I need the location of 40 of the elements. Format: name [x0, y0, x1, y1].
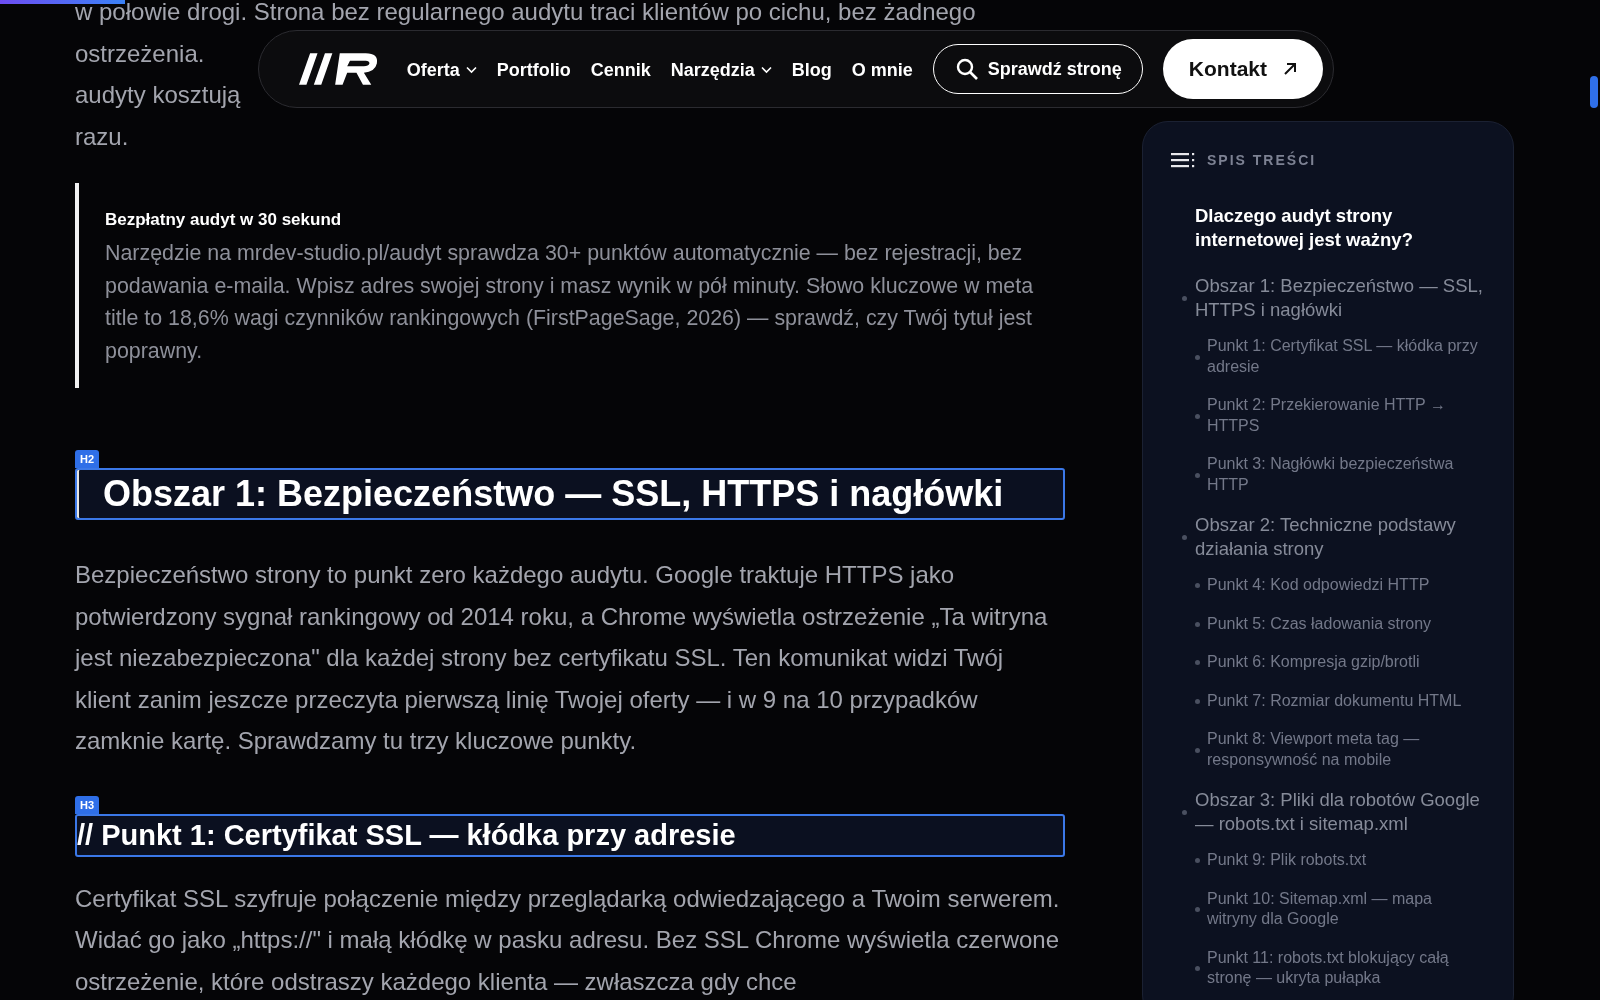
toc-link[interactable]: Punkt 5: Czas ładowania strony: [1171, 613, 1483, 634]
toc-link[interactable]: Dlaczego audyt strony internetowej jest ważny?: [1171, 204, 1483, 252]
nav-link[interactable]: Portfolio: [496, 61, 571, 79]
text-line: w połowie drogi. Strona bez regularnego audytu traci klientów po cichu, bez żadnego: [75, 0, 976, 25]
nav-link[interactable]: Narzędzia: [670, 61, 772, 79]
toc-title: SPIS TREŚCI: [1207, 152, 1317, 168]
toc-link[interactable]: Punkt 1: Certyfikat SSL — kłódka przy adresie: [1171, 336, 1483, 377]
toc-link[interactable]: Punkt 6: Kompresja gzip/brotli: [1171, 652, 1483, 673]
scrollbar-thumb[interactable]: [1590, 76, 1598, 108]
text-line: razu.: [75, 122, 129, 150]
callout-title: Bezpłatny audyt w 30 sekund: [105, 209, 343, 231]
toc-link[interactable]: Punkt 8: Viewport meta tag — responsywność na mobile: [1171, 729, 1483, 770]
toc-link[interactable]: Punkt 10: Sitemap.xml — mapa witryny dla Google: [1171, 888, 1483, 930]
list-icon: [1171, 152, 1195, 168]
section-heading: // Punkt 1: Certyfikat SSL — kłódka przy adresie: [75, 813, 1065, 857]
toc-link[interactable]: Punkt 3: Nagłówki bezpieczeństwa HTTP: [1171, 454, 1483, 495]
toc-link[interactable]: Punkt 2: Przekierowanie HTTP → HTTPS: [1171, 395, 1483, 436]
search-icon: [955, 58, 978, 80]
nav-link[interactable]: Cennik: [590, 61, 651, 79]
nav-link[interactable]: Oferta: [406, 61, 477, 79]
toc-link[interactable]: Punkt 9: Plik robots.txt: [1171, 850, 1483, 871]
heading-level-badge: H2: [75, 450, 100, 468]
text-line: ostrzeżenia.: [75, 39, 205, 67]
section-heading: Obszar 1: Bezpieczeństwo — SSL, HTTPS i nagłówki: [75, 468, 1065, 520]
nav-link[interactable]: Blog: [791, 61, 832, 79]
toc-link[interactable]: Punkt 7: Rozmiar dokumentu HTML: [1171, 690, 1483, 711]
callout-text: Narzędzie na mrdev-studio.pl/audyt sprawdza 30+ punktów automatycznie — bez rejestracji, bez podawania e-maila. Wpisz adres swojej strony i masz wynik w pół minuty. Słowo kluczowe w meta title to 18,6% wagi czynników rankingowych (FirstPageSage, 2026) — sprawdź, czy Twój tytuł jest poprawny.: [105, 240, 1035, 365]
heading-level-badge: H3: [75, 795, 100, 814]
arrow-up-right-icon: [1283, 62, 1297, 76]
toc-link[interactable]: Punkt 4: Kod odpowiedzi HTTP: [1171, 575, 1483, 596]
toc-link[interactable]: Obszar 1: Bezpieczeństwo — SSL, HTTPS i nagłówki: [1171, 274, 1483, 321]
text-line: audyty kosztują: [75, 81, 241, 108]
logo-icon[interactable]: [299, 52, 379, 86]
contact-button[interactable]: Kontakt: [1162, 39, 1323, 99]
nav-link[interactable]: O mnie: [851, 61, 913, 79]
toc-link[interactable]: Obszar 3: Pliki dla robotów Google — robots.txt i sitemap.xml: [1171, 788, 1483, 835]
toc-link[interactable]: Punkt 11: robots.txt blokujący całą stronę — ukryta pułapka: [1171, 947, 1483, 989]
paragraph: Bezpieczeństwo strony to punkt zero każdego audytu. Google traktuje HTTPS jako potwierdzony sygnał rankingowy od 2014 roku, a Chrome wyświetla ostrzeżenie „Ta witryna jest niezabezpieczona" dla każdej strony bez certyfikatu SSL. Ten komunikat widzi Twój klient zanim jeszcze przeczyta pierwszą linię Twojej oferty — i w 9 na 10 przypadków zamknie kartę. Sprawdzamy tu trzy kluczowe punkty.: [75, 560, 1049, 756]
toc-link[interactable]: Obszar 2: Techniczne podstawy działania strony: [1171, 513, 1483, 560]
paragraph: Certyfikat SSL szyfruje połączenie między przeglądarką odwiedzającego a Twoim serwerem. Widać go jako „https://" i małą kłódkę w pasku adresu. Bez SSL Chrome wyświetla czerwone ostrzeżenie, które odstraszy każdego klienta — zwłaszcza gdy chce: [75, 883, 1061, 997]
